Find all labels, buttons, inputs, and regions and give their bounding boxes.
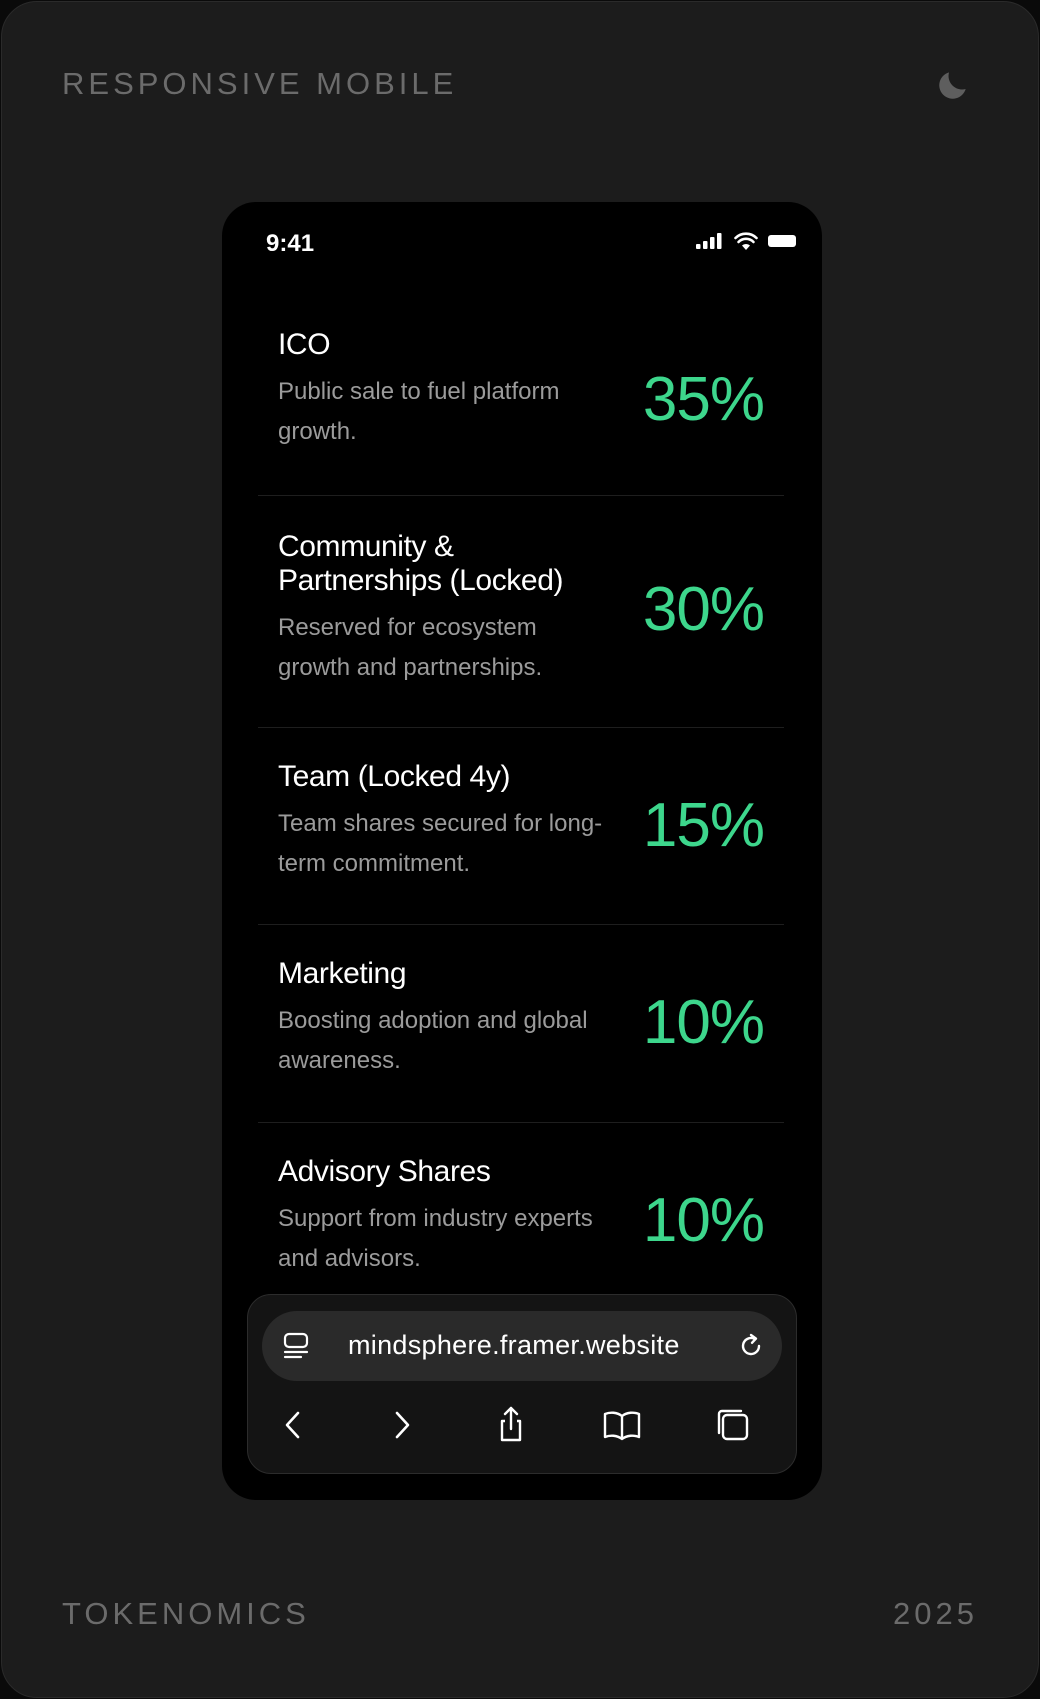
allocation-description: Boosting adoption and global awareness. [278, 1007, 588, 1074]
allocation-percent: 15% [642, 791, 765, 860]
allocation-title: Marketing [278, 957, 407, 990]
tabs-icon[interactable] [713, 1405, 753, 1445]
address-bar[interactable]: mindsphere.framer.website [262, 1311, 782, 1381]
battery-icon [768, 235, 796, 247]
allocation-row: Team (Locked 4y) Team shares secured for… [258, 728, 784, 925]
status-icons [696, 232, 798, 250]
allocation-list: ICO Public sale to fuel platform growth.… [258, 302, 784, 1323]
status-bar: 9:41 [222, 202, 822, 292]
status-time: 9:41 [266, 230, 315, 257]
allocation-description: Team shares secured for long-term commit… [278, 810, 603, 877]
allocation-title: Team (Locked 4y) [278, 760, 511, 793]
forward-icon[interactable] [381, 1405, 421, 1445]
showcase-card: RESPONSIVE MOBILE 9:41 ICO Public sale t… [1, 1, 1039, 1698]
allocation-percent: 10% [642, 1186, 765, 1255]
responsive-mobile-label: RESPONSIVE MOBILE [62, 66, 458, 101]
allocation-percent: 35% [642, 365, 765, 434]
allocation-row: ICO Public sale to fuel platform growth.… [258, 302, 784, 496]
allocation-percent: 10% [642, 988, 765, 1057]
reload-icon[interactable] [736, 1331, 766, 1361]
bookmarks-icon[interactable] [602, 1405, 642, 1445]
allocation-description: Reserved for ecosystem growth and partne… [278, 614, 543, 681]
allocation-row: Marketing Boosting adoption and global a… [258, 925, 784, 1123]
share-icon[interactable] [491, 1405, 531, 1445]
allocation-title: Community & Partnerships (Locked) [278, 530, 564, 597]
wifi-icon [734, 232, 758, 250]
moon-icon[interactable] [934, 66, 972, 104]
tokenomics-label: TOKENOMICS [62, 1596, 310, 1631]
allocation-title: Advisory Shares [278, 1155, 491, 1188]
allocation-description: Public sale to fuel platform growth. [278, 378, 560, 445]
page-settings-icon[interactable] [282, 1331, 312, 1361]
browser-nav-bar [248, 1395, 796, 1455]
back-icon[interactable] [274, 1405, 314, 1445]
browser-toolbar: mindsphere.framer.website [247, 1294, 797, 1474]
cellular-signal-icon [696, 233, 722, 249]
year-label: 2025 [893, 1596, 978, 1631]
allocation-row: Community & Partnerships (Locked) Reserv… [258, 496, 784, 728]
url-text[interactable]: mindsphere.framer.website [348, 1330, 680, 1361]
allocation-percent: 30% [642, 575, 765, 644]
allocation-title: ICO [278, 328, 331, 361]
phone-mockup: 9:41 ICO Public sale to fuel platform gr… [222, 202, 822, 1500]
allocation-description: Support from industry experts and adviso… [278, 1205, 593, 1272]
allocation-row: Advisory Shares Support from industry ex… [258, 1123, 784, 1323]
